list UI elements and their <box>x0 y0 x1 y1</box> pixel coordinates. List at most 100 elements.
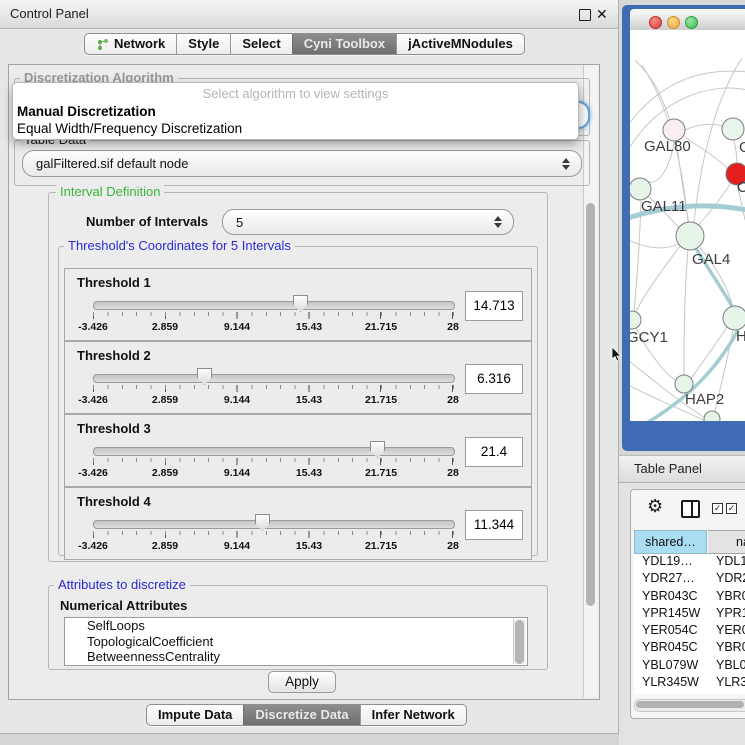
tick-label: -3.426 <box>78 394 108 406</box>
interval-definition-group-title: Interval Definition <box>56 185 164 199</box>
table-row[interactable]: YBR043CYBR0 <box>634 589 745 606</box>
control-panel-titlebar[interactable]: Control Panel ✕ <box>0 0 618 29</box>
float-window-icon[interactable] <box>579 9 591 21</box>
table-rows: YDL19…YDL1 YDR27…YDR2 YBR043CYBR0 YPR145… <box>634 554 745 694</box>
network-node[interactable] <box>723 306 745 330</box>
number-of-intervals-combobox[interactable]: 5 <box>222 209 514 235</box>
table-horizontal-scrollbar[interactable] <box>634 699 745 712</box>
tab-network[interactable]: Network <box>85 34 176 54</box>
cell[interactable]: YER054C <box>634 623 708 640</box>
network-node-gcy1[interactable] <box>630 311 641 329</box>
tab-discretize-data-label: Discretize Data <box>255 705 348 725</box>
threshold-3-label: Threshold 3 <box>77 421 151 436</box>
threshold-4-value-field[interactable]: 11.344 <box>465 510 523 540</box>
threshold-3-slider-track[interactable] <box>93 447 455 456</box>
numerical-attributes-list[interactable]: SelfLoops TopologicalCoefficient Between… <box>64 617 528 666</box>
checkbox-icon[interactable]: ✓ <box>712 503 723 514</box>
popup-item-equal-width-frequency[interactable]: Equal Width/Frequency Discretization <box>17 121 242 136</box>
attributes-group-title: Attributes to discretize <box>54 578 190 592</box>
threshold-4-slider-track[interactable] <box>93 520 455 529</box>
list-item[interactable]: SelfLoops <box>65 618 527 634</box>
table-hscrollbar-thumb[interactable] <box>636 701 744 708</box>
table-data-combobox[interactable]: galFiltered.sif default node <box>22 150 582 177</box>
tab-infer-network[interactable]: Infer Network <box>360 705 466 725</box>
threshold-2-slider-track[interactable] <box>93 374 455 383</box>
cell[interactable]: YDR27… <box>634 571 708 588</box>
table-row[interactable]: YBR045CYBR0 <box>634 640 745 657</box>
table-panel-titlebar[interactable]: Table Panel <box>619 455 745 483</box>
zoom-traffic-light-icon[interactable] <box>685 16 698 29</box>
cell[interactable]: YPR1 <box>708 606 745 623</box>
list-item[interactable]: BetweennessCentrality <box>65 649 527 665</box>
cell[interactable]: YBR0 <box>708 640 745 657</box>
threshold-1-box: Threshold 1 -3.426 2.859 9.144 15.43 21.… <box>64 268 532 341</box>
network-node[interactable] <box>704 411 720 421</box>
split-view-icon[interactable] <box>681 500 700 518</box>
table-row[interactable]: YPR145WYPR1 <box>634 606 745 623</box>
tab-network-label: Network <box>114 34 165 54</box>
bottom-tab-bar: Impute Data Discretize Data Infer Networ… <box>146 704 467 726</box>
tab-select[interactable]: Select <box>230 34 291 54</box>
tick-label: -3.426 <box>78 540 108 552</box>
cell[interactable]: YBR045C <box>634 640 708 657</box>
cell[interactable]: YER0 <box>708 623 745 640</box>
tab-select-label: Select <box>242 34 280 54</box>
list-item[interactable]: TopologicalCoefficient <box>65 634 527 650</box>
table-row[interactable]: YER054CYER0 <box>634 623 745 640</box>
checkbox-icon[interactable]: ✓ <box>726 503 737 514</box>
tab-impute-data[interactable]: Impute Data <box>147 705 243 725</box>
cell[interactable]: YPR145W <box>634 606 708 623</box>
network-node-gal4[interactable] <box>676 222 704 250</box>
cell[interactable]: YDL19… <box>634 554 708 571</box>
column-header-shared-name[interactable]: shared… <box>634 530 707 554</box>
table-row[interactable]: YBL079WYBL0 <box>634 658 745 675</box>
threshold-2-value-field[interactable]: 6.316 <box>465 364 523 394</box>
tab-style-label: Style <box>188 34 219 54</box>
gear-icon[interactable]: ⚙ <box>647 496 663 517</box>
cell[interactable]: YIL0 <box>708 692 742 694</box>
apply-button[interactable]: Apply <box>268 671 336 693</box>
network-node[interactable] <box>722 118 744 140</box>
network-canvas[interactable]: GAL80 GA C GAL11 GAL4 GCY1 H HAP2 <box>630 30 745 421</box>
desktop: { "window": { "title": "Control Panel", … <box>0 0 745 745</box>
threshold-1-slider-track[interactable] <box>93 301 455 310</box>
cell[interactable]: YIL053C <box>634 692 708 694</box>
threshold-1-value-field[interactable]: 14.713 <box>465 291 523 321</box>
cell[interactable]: YDR2 <box>708 571 745 588</box>
cell[interactable]: YLR3 <box>708 675 745 692</box>
tick-label: 9.144 <box>224 394 250 406</box>
table-row[interactable]: YLR345WYLR3 <box>634 675 745 692</box>
table-row[interactable]: YIL053CYIL0 <box>634 692 745 694</box>
node-label-gal4: GAL4 <box>692 251 730 268</box>
tab-style[interactable]: Style <box>176 34 230 54</box>
cell[interactable]: YBL079W <box>634 658 708 675</box>
network-view-window[interactable]: GAL80 GA C GAL11 GAL4 GCY1 H HAP2 <box>622 5 745 451</box>
network-node-gal11[interactable] <box>630 178 651 200</box>
algorithm-dropdown-popup: Select algorithm to view settings Manual… <box>12 82 579 140</box>
list-scrollbar[interactable] <box>513 619 526 664</box>
thresholds-group-title: Threshold's Coordinates for 5 Intervals <box>64 239 295 253</box>
table-data-combobox-value: galFiltered.sif default node <box>23 156 557 171</box>
list-scrollbar-thumb[interactable] <box>515 620 524 664</box>
cell[interactable]: YDL1 <box>708 554 745 571</box>
table-row[interactable]: YDR27…YDR2 <box>634 571 745 588</box>
tab-discretize-data[interactable]: Discretize Data <box>243 705 359 725</box>
network-window-titlebar[interactable] <box>630 9 745 31</box>
control-panel-window: Control Panel ✕ Network Style Select Cyn… <box>0 0 619 734</box>
top-tab-bar: Network Style Select Cyni Toolbox jActiv… <box>84 33 525 55</box>
popup-item-manual-discretization[interactable]: Manual Discretization <box>17 104 156 119</box>
cell[interactable]: YBR0 <box>708 589 745 606</box>
threshold-3-value-field[interactable]: 21.4 <box>465 437 523 467</box>
close-icon[interactable]: ✕ <box>596 5 608 23</box>
tab-cyni-toolbox[interactable]: Cyni Toolbox <box>292 34 396 54</box>
cell[interactable]: YBR043C <box>634 589 708 606</box>
threshold-4-label: Threshold 4 <box>77 494 151 509</box>
scrollbar-thumb[interactable] <box>586 203 595 606</box>
close-traffic-light-icon[interactable] <box>649 16 662 29</box>
cell[interactable]: YBL0 <box>708 658 745 675</box>
column-header-name[interactable]: na <box>708 530 745 554</box>
table-row[interactable]: YDL19…YDL1 <box>634 554 745 571</box>
cell[interactable]: YLR345W <box>634 675 708 692</box>
minimize-traffic-light-icon[interactable] <box>667 16 680 29</box>
tab-jactivemnodules[interactable]: jActiveMNodules <box>396 34 524 54</box>
